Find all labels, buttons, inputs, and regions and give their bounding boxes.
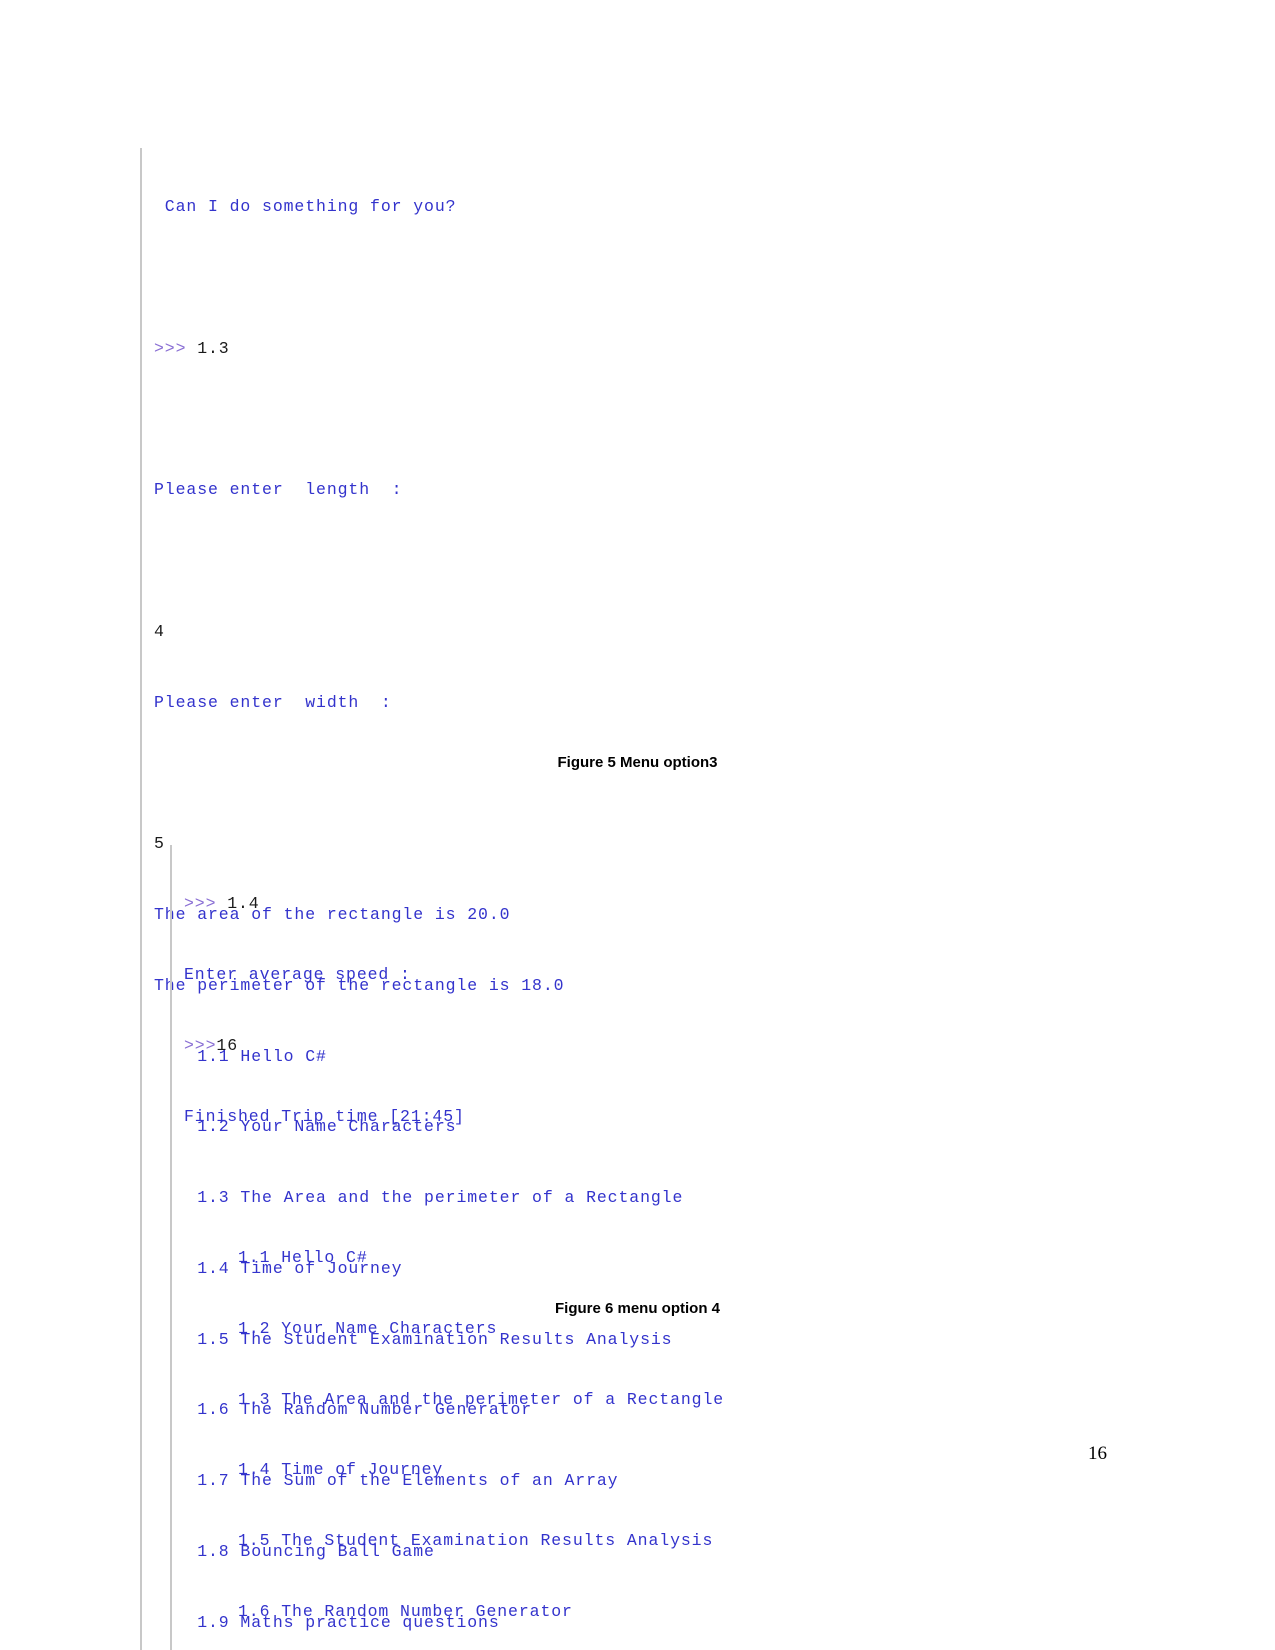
figure-caption-5: Figure 5 Menu option3 xyxy=(557,754,718,771)
menu-item: 1.1 Hello C# xyxy=(184,1248,368,1268)
selection-value: 1.3 xyxy=(186,338,230,358)
console-line-ask-speed: Enter average speed : xyxy=(184,964,411,984)
selection-value: 1.4 xyxy=(216,894,260,914)
console-line-trip-result: Finished Trip time [21:45] xyxy=(184,1106,465,1126)
console-line-ask-length: Please enter length : xyxy=(154,480,403,500)
menu-item: 1.3 The Area and the perimeter of a Rect… xyxy=(184,1389,725,1409)
console-line-selection: >>> 1.3 xyxy=(154,337,900,361)
console-line-input-speed: >>>16 xyxy=(184,1034,930,1058)
figure-caption-6: Figure 6 menu option 4 xyxy=(554,1300,720,1317)
console-line-ask-width: Please enter width : xyxy=(154,692,392,712)
prompt-symbol: >>> xyxy=(154,338,187,358)
console-line-selection: >>> 1.4 xyxy=(184,892,930,916)
menu-item: 1.6 The Random Number Generator xyxy=(184,1602,573,1621)
speed-value: 16 xyxy=(216,1035,239,1055)
menu-item: 1.4 Time of Journey xyxy=(184,1460,444,1480)
prompt-symbol: >>> xyxy=(184,1035,217,1055)
console-line-input-length: 4 xyxy=(154,621,165,641)
prompt-symbol: >>> xyxy=(184,894,217,914)
console-output-figure6: >>> 1.4 Enter average speed : >>>16 Fini… xyxy=(170,845,930,1650)
page-number: 16 xyxy=(1088,1443,1107,1464)
document-page: Can I do something for you? >>> 1.3 Plea… xyxy=(0,0,1275,1650)
console-line-greeting: Can I do something for you? xyxy=(154,197,457,217)
menu-item: 1.2 Your Name Characters xyxy=(184,1318,498,1338)
menu-item: 1.5 The Student Examination Results Anal… xyxy=(184,1531,714,1551)
